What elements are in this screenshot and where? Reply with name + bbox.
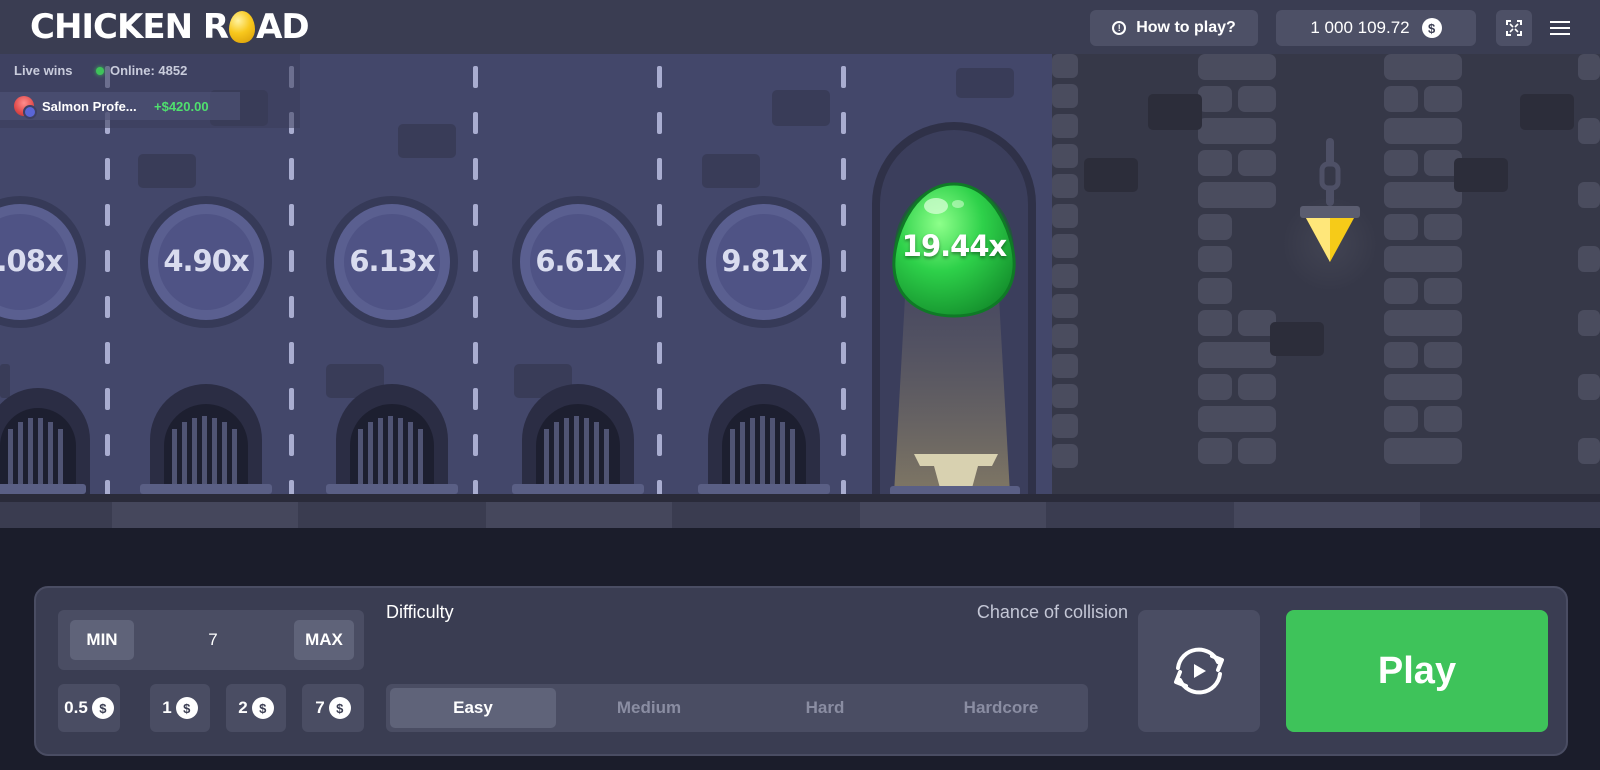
lane-dash — [657, 434, 662, 456]
dollar-coin-icon: $ — [328, 697, 351, 719]
lane-dash — [841, 434, 846, 456]
dollar-coin-icon: $ — [91, 697, 114, 719]
lane-dash — [473, 250, 478, 272]
balance-display: 1 000 109.72 $ — [1276, 10, 1476, 46]
lane-dash — [105, 342, 110, 364]
hamburger-menu-icon — [1550, 21, 1570, 35]
dollar-coin-icon: $ — [251, 697, 274, 719]
balance-value: 1 000 109.72 — [1310, 18, 1410, 37]
online-status-dot — [96, 66, 104, 75]
lane-dash — [841, 342, 846, 364]
lane-dash — [105, 434, 110, 456]
bet-amount-input[interactable]: 7 — [138, 620, 288, 660]
lane-dash — [841, 250, 846, 272]
bet-chip-7[interactable]: 7 $ — [302, 684, 364, 732]
lane-dash — [473, 434, 478, 456]
lane-dash — [473, 158, 478, 180]
lane-dash — [289, 158, 294, 180]
info-icon: ! — [1112, 21, 1127, 35]
online-counter: Online: 4852 — [96, 63, 187, 78]
play-button[interactable]: Play — [1286, 610, 1548, 732]
multiplier-label-5: 9.81x — [721, 244, 807, 278]
lane-dash — [657, 296, 662, 318]
difficulty-tab-medium[interactable]: Medium — [566, 688, 732, 728]
control-panel: MIN 7 MAX 0.5 $ 1 $ 2 $ 7 $ Difficulty C… — [34, 586, 1568, 756]
lane-dash — [289, 296, 294, 318]
lane-dash — [289, 388, 294, 410]
winner-name: Salmon Profe... — [42, 98, 137, 114]
live-win-entry: Salmon Profe... +$420.00 — [0, 92, 240, 120]
multiplier-label-3: 6.13x — [349, 244, 435, 278]
auto-play-button[interactable] — [1138, 610, 1260, 732]
difficulty-tab-hard[interactable]: Hard — [742, 688, 908, 728]
lane-dash — [473, 296, 478, 318]
online-count: Online: 4852 — [110, 63, 188, 78]
lane-dash — [473, 66, 478, 88]
lane-dash — [657, 388, 662, 410]
dollar-coin-icon: $ — [1421, 18, 1442, 38]
fullscreen-button[interactable] — [1496, 10, 1532, 46]
lane-dash — [657, 112, 662, 134]
lane-dash — [657, 66, 662, 88]
autoplay-refresh-icon — [1174, 647, 1224, 695]
chip-value: 7 — [315, 698, 325, 717]
chip-value: 0.5 — [64, 698, 88, 717]
lane-dash — [289, 434, 294, 456]
lane-dash — [841, 388, 846, 410]
current-multiplier-label: 19.44x — [901, 229, 1007, 263]
dollar-coin-icon: $ — [175, 697, 198, 719]
win-amount: +$420.00 — [154, 98, 209, 114]
bet-chip-2[interactable]: 2 $ — [226, 684, 286, 732]
lane-dash — [657, 250, 662, 272]
difficulty-tab-hardcore[interactable]: Hardcore — [918, 688, 1084, 728]
difficulty-selector: Easy Medium Hard Hardcore — [386, 684, 1088, 732]
lane-dash — [289, 204, 294, 226]
lane-dash — [657, 158, 662, 180]
bet-chip-0-5[interactable]: 0.5 $ — [58, 684, 120, 732]
min-bet-button[interactable]: MIN — [70, 620, 134, 660]
chip-value: 1 — [162, 698, 172, 717]
lane-dash — [105, 296, 110, 318]
bet-chip-1[interactable]: 1 $ — [150, 684, 210, 732]
lane-dash — [105, 158, 110, 180]
lane-dash — [841, 158, 846, 180]
live-wins-label: Live wins — [14, 63, 73, 78]
top-bar: CHICKEN R AD ! How to play? 1 000 109.72 … — [0, 0, 1600, 54]
multiplier-label-4: 6.61x — [535, 244, 621, 278]
lane-dash — [289, 250, 294, 272]
game-app: CHICKEN R AD ! How to play? 1 000 109.72 … — [0, 0, 1600, 770]
fullscreen-icon — [1506, 20, 1522, 36]
lane-dash — [105, 250, 110, 272]
live-wins-panel: Live wins Online: 4852 Salmon Profe... +… — [0, 54, 300, 128]
golden-egg-icon — [229, 11, 256, 43]
logo-text-right: AD — [256, 7, 310, 47]
how-to-play-button[interactable]: ! How to play? — [1090, 10, 1258, 46]
lane-dash — [841, 112, 846, 134]
logo: CHICKEN R AD — [30, 7, 310, 47]
lane-dash — [473, 204, 478, 226]
avatar — [14, 96, 37, 119]
lane-dash — [289, 342, 294, 364]
collision-chance-label: Chance of collision — [976, 602, 1128, 622]
chip-value: 2 — [238, 698, 248, 717]
lane-dash — [105, 204, 110, 226]
lane-dash — [657, 342, 662, 364]
lane-dash — [473, 388, 478, 410]
menu-button[interactable] — [1544, 12, 1576, 44]
lane-dash — [473, 112, 478, 134]
lane-dash — [105, 388, 110, 410]
difficulty-label: Difficulty — [386, 602, 454, 622]
how-to-play-label: How to play? — [1136, 19, 1236, 36]
multiplier-label-1: 2.08x — [0, 244, 64, 278]
lane-dash — [841, 204, 846, 226]
lane-dash — [473, 342, 478, 364]
max-bet-button[interactable]: MAX — [294, 620, 354, 660]
logo-text-left: CHICKEN R — [30, 7, 229, 47]
lane-dash — [841, 66, 846, 88]
bet-amount-control: MIN 7 MAX — [58, 610, 364, 670]
lane-dash — [841, 296, 846, 318]
multiplier-label-2: 4.90x — [163, 244, 249, 278]
lane-dash — [657, 204, 662, 226]
difficulty-tab-easy[interactable]: Easy — [390, 688, 556, 728]
